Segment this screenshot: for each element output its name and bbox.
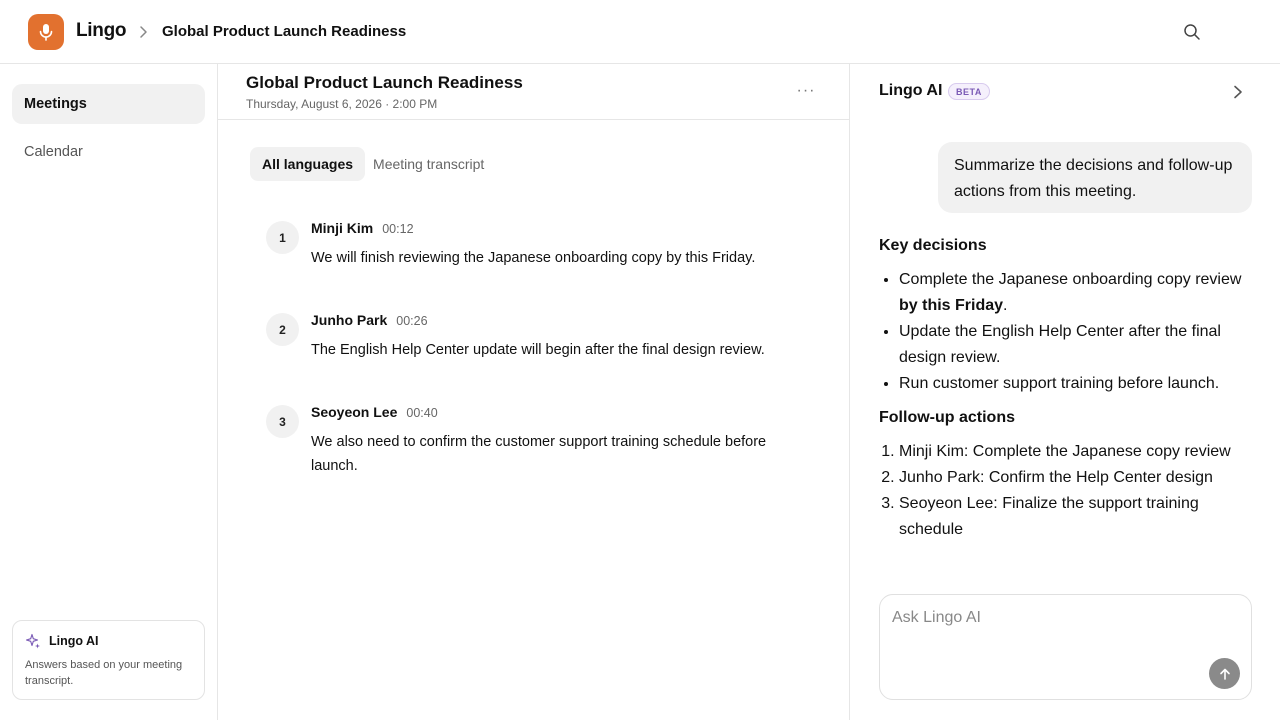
entry-number: 2 [266,313,299,346]
tab-all-languages[interactable]: All languages [250,147,366,181]
timestamp[interactable]: 00:26 [396,314,427,328]
list-item: Update the English Help Center after the… [899,319,1259,371]
list-item: Seoyeon Lee: Finalize the support traini… [899,491,1259,543]
sparkle-icon [25,633,40,649]
speaker-name: Seoyeon Lee [311,404,398,420]
tab-meeting-transcript[interactable]: Meeting transcript [365,147,496,181]
actions-list: Minji Kim: Complete the Japanese copy re… [879,439,1259,543]
timestamp[interactable]: 00:12 [382,222,413,236]
entry-header: Junho Park 00:26 [311,312,428,328]
collapse-panel-button[interactable] [1227,81,1249,103]
ai-card-title: Lingo AI [49,634,99,648]
decisions-heading: Key decisions [879,237,987,254]
microphone-icon [39,24,53,41]
ai-card-header: Lingo AI [25,633,192,649]
chevron-right-icon [1234,85,1242,99]
meeting-panel: Global Product Launch Readiness Thursday… [218,64,850,720]
sidebar-item-calendar[interactable]: Calendar [12,132,205,172]
timestamp[interactable]: 00:40 [406,406,437,420]
decision-text: Run customer support training before lau… [899,375,1220,392]
chevron-right-icon [140,26,147,38]
app-name[interactable]: Lingo [76,20,127,42]
beta-badge: BETA [948,83,990,100]
ai-card-description: Answers based on your meeting transcript… [25,659,183,687]
entry-number: 3 [266,405,299,438]
send-button[interactable] [1209,658,1240,689]
speaker-name: Junho Park [311,312,388,328]
utterance-text: We will finish reviewing the Japanese on… [311,250,756,266]
ai-answer: Key decisions Complete the Japanese onbo… [879,234,1259,552]
ai-assistant-panel: Lingo AI BETA Summarize the decisions an… [851,64,1280,720]
ai-panel-title: Lingo AI [879,82,943,99]
sidebar-item-meetings[interactable]: Meetings [12,84,205,124]
sidebar: Meetings Calendar Lingo AI Answers based… [0,64,218,720]
lingo-ai-info-card: Lingo AI Answers based on your meeting t… [12,620,205,700]
utterance-text: The English Help Center update will begi… [311,342,765,358]
meeting-header: Global Product Launch Readiness Thursday… [218,64,850,120]
breadcrumb-current: Global Product Launch Readiness [162,23,407,40]
meeting-title: Global Product Launch Readiness [246,73,523,92]
app-logo[interactable] [28,14,64,50]
search-icon [1184,24,1200,40]
transcript-tabs: All languages Meeting transcript [250,147,496,181]
more-options-button[interactable]: ··· [792,80,820,102]
arrow-up-icon [1219,668,1230,680]
search-button[interactable] [1180,20,1204,44]
decision-text: Update the English Help Center after the… [899,323,1221,366]
user-message-bubble: Summarize the decisions and follow-up ac… [938,142,1252,213]
utterance-text: We also need to confirm the customer sup… [311,434,767,474]
entry-number: 1 [266,221,299,254]
ask-composer [879,594,1252,700]
meeting-datetime: Thursday, August 6, 2026 · 2:00 PM [246,97,438,111]
ask-input[interactable] [892,607,1212,629]
actions-heading: Follow-up actions [879,409,1015,426]
decision-text: Complete the Japanese onboarding copy re… [899,271,1242,288]
entry-header: Seoyeon Lee 00:40 [311,404,438,420]
entry-header: Minji Kim 00:12 [311,220,414,236]
list-item: Run customer support training before lau… [899,371,1259,397]
list-item: Junho Park: Confirm the Help Center desi… [899,465,1259,491]
speaker-name: Minji Kim [311,220,374,236]
decisions-list: Complete the Japanese onboarding copy re… [879,267,1259,397]
decision-emphasis: by this Friday [899,297,1004,314]
list-item: Complete the Japanese onboarding copy re… [899,267,1259,319]
decision-text-end: . [1003,297,1008,314]
top-bar: Lingo Global Product Launch Readiness [0,0,1280,64]
list-item: Minji Kim: Complete the Japanese copy re… [899,439,1259,465]
